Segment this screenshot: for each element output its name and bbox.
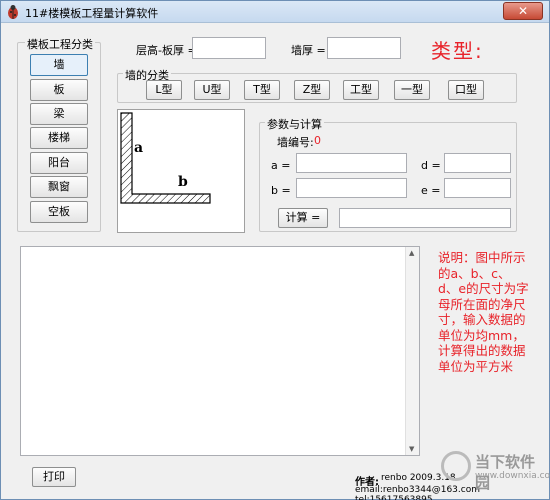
wall-type-i-button[interactable]: 工型 [343,80,379,100]
category-group-title: 模板工程分类 [25,36,95,52]
param-d-input[interactable] [444,153,511,173]
param-b-input[interactable] [296,178,407,198]
param-e-input[interactable] [444,178,511,198]
wall-diagram: a b [117,109,245,233]
category-wall-button[interactable]: 墙 [30,54,88,76]
scroll-down-icon[interactable]: ▼ [409,445,414,453]
l-wall-shape [120,112,211,204]
scroll-up-icon[interactable]: ▲ [409,249,414,257]
app-bug-icon [8,5,18,19]
floor-height-label: 层高-板厚 = [136,44,197,57]
category-balcony-button[interactable]: 阳台 [30,152,88,174]
window-title: 11#楼模板工程量计算软件 [25,7,159,20]
diagram-label-a: a [134,140,144,156]
wall-type-l-button[interactable]: L型 [146,80,182,100]
param-a-label: a = [271,159,291,172]
output-textarea[interactable]: ▲ ▼ [20,246,420,456]
param-b-label: b = [271,184,291,197]
instruction-note: 说明：图中所示的a、b、c、d、e的尺寸为字母所在面的净尺寸，输入数据的单位为均… [438,250,529,374]
wall-thickness-label: 墙厚 = [291,44,326,57]
wall-number-value: 0 [314,134,321,147]
param-a-input[interactable] [296,153,407,173]
wall-type-u-button[interactable]: U型 [194,80,230,100]
wall-type-t-button[interactable]: T型 [244,80,280,100]
params-group-title: 参数与计算 [265,116,324,132]
output-scrollbar[interactable]: ▲ ▼ [405,247,419,455]
param-e-label: e = [421,184,441,197]
category-stairs-button[interactable]: 楼梯 [30,127,88,149]
wall-number-label: 墙编号: [277,136,314,149]
param-d-label: d = [421,159,441,172]
diagram-label-b: b [178,174,188,190]
print-button[interactable]: 打印 [32,467,76,487]
category-bay-window-button[interactable]: 飘窗 [30,176,88,198]
floor-height-input[interactable] [192,37,266,59]
calculate-button[interactable]: 计算 = [278,208,328,228]
result-field[interactable] [339,208,511,228]
title-bar[interactable]: 11#楼模板工程量计算软件 ✕ [1,1,549,23]
category-slab-button[interactable]: 板 [30,79,88,101]
watermark: 当下软件园 www.downxia.com [441,449,550,497]
wall-type-one-button[interactable]: 一型 [394,80,430,100]
category-empty-slab-button[interactable]: 空板 [30,201,88,223]
close-button[interactable]: ✕ [503,2,543,20]
main-window: 11#楼模板工程量计算软件 ✕ 模板工程分类 墙 板 梁 楼梯 阳台 飘窗 空板… [0,0,550,500]
wall-type-z-button[interactable]: Z型 [294,80,330,100]
wall-thickness-input[interactable] [327,37,401,59]
type-heading: 类型: [431,39,484,63]
watermark-logo-icon [441,451,471,481]
category-beam-button[interactable]: 梁 [30,103,88,125]
l-shape-wall-drawing [120,112,211,204]
wall-type-square-button[interactable]: 口型 [448,80,484,100]
watermark-url: www.downxia.com [475,471,550,481]
